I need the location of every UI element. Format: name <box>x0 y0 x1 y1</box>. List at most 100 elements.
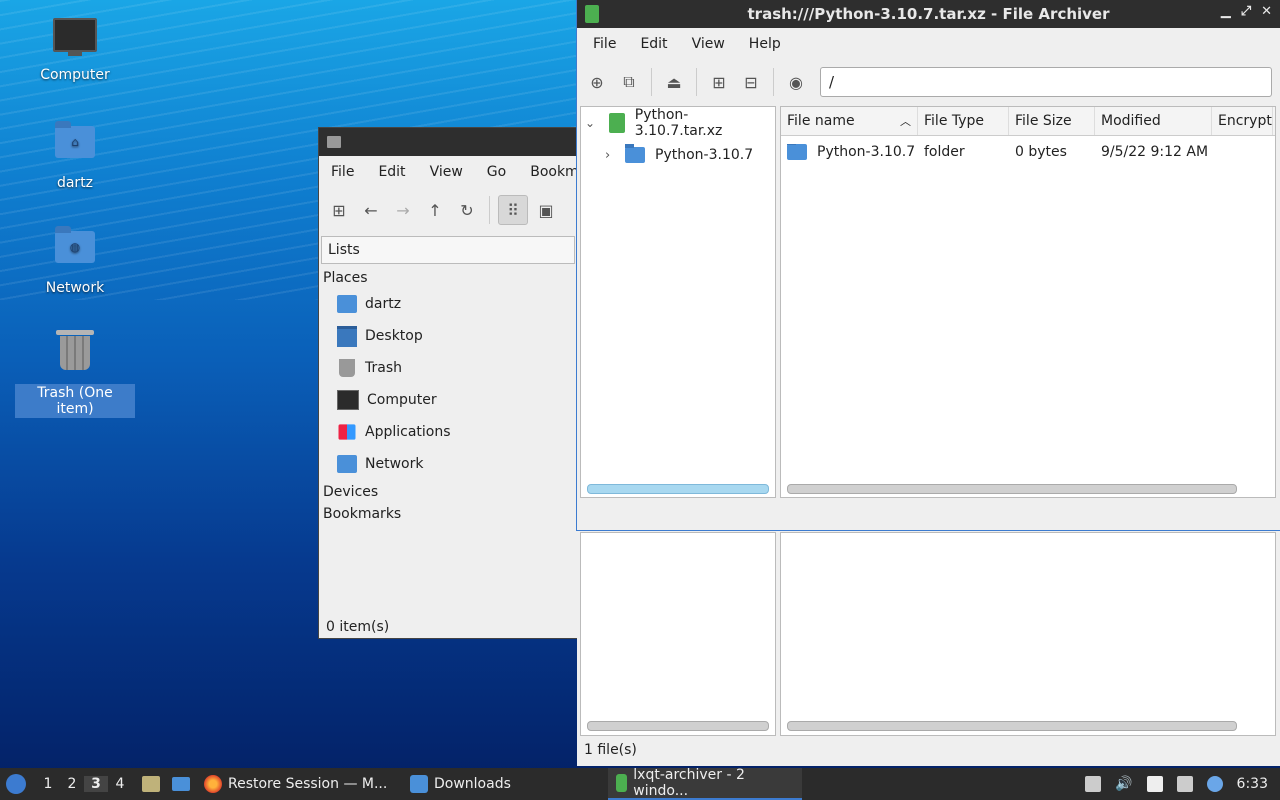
menu-go[interactable]: Go <box>475 164 518 180</box>
close-icon[interactable]: ✕ <box>1261 4 1272 19</box>
column-encrypted[interactable]: Encrypte <box>1212 107 1273 135</box>
archiver-titlebar[interactable]: trash:///Python-3.10.7.tar.xz - File Arc… <box>577 0 1280 28</box>
window-title: trash:///Python-3.10.7.tar.xz - File Arc… <box>747 5 1110 23</box>
places-heading[interactable]: Places <box>319 264 577 288</box>
network-folder-icon: ◍ <box>53 226 97 275</box>
archiver-window: trash:///Python-3.10.7.tar.xz - File Arc… <box>577 0 1280 530</box>
folder-icon <box>625 144 645 163</box>
column-modified[interactable]: Modified <box>1095 107 1212 135</box>
place-network[interactable]: Network <box>319 448 577 480</box>
computer-icon <box>53 18 97 62</box>
tree-root-item[interactable]: ⌄ Python-3.10.7.tar.xz <box>581 107 775 139</box>
main-menu-button[interactable] <box>0 768 32 800</box>
archiver-toolbar: ⊕ ⧉ ⏏ ⊞ ⊟ ◉ / <box>577 60 1280 104</box>
desktop-icon-label: dartz <box>56 175 94 191</box>
menu-file[interactable]: File <box>319 164 366 180</box>
folder-icon <box>327 136 341 148</box>
applications-icon <box>338 424 356 440</box>
notification-icon[interactable] <box>1206 776 1223 792</box>
archive-icon <box>585 5 599 23</box>
firefox-icon <box>204 775 222 793</box>
toolbar-separator <box>489 196 490 224</box>
file-list-pane[interactable] <box>780 532 1276 736</box>
task-firefox[interactable]: Restore Session — M... <box>196 768 402 800</box>
clock[interactable]: 6:33 <box>1237 776 1268 792</box>
menu-view[interactable]: View <box>680 36 737 52</box>
column-file-name[interactable]: File name ︿ <box>781 107 918 135</box>
toolbar-separator <box>651 68 652 96</box>
new-tab-icon[interactable]: ⊞ <box>325 196 353 224</box>
quicklaunch-file-manager[interactable] <box>136 768 166 800</box>
system-tray: 🔊 6:33 <box>1085 776 1280 792</box>
place-label: Network <box>365 456 424 472</box>
back-arrow-icon[interactable]: ← <box>357 196 385 224</box>
list-scrollbar[interactable] <box>787 721 1237 731</box>
menu-view[interactable]: View <box>418 164 475 180</box>
place-trash[interactable]: Trash <box>319 352 577 384</box>
desktop-icon-network[interactable]: ◍ Network <box>15 225 135 297</box>
task-downloads[interactable]: Downloads <box>402 768 608 800</box>
file-manager-titlebar[interactable] <box>319 128 577 156</box>
menu-file[interactable]: File <box>581 36 628 52</box>
icon-view-icon[interactable]: ⠿ <box>498 195 528 225</box>
extract-icon[interactable]: ⏏ <box>660 68 688 96</box>
tree-scrollbar[interactable] <box>587 484 769 494</box>
quicklaunch-show-desktop[interactable] <box>166 768 196 800</box>
forward-arrow-icon[interactable]: → <box>389 196 417 224</box>
tree-scrollbar[interactable] <box>587 721 769 731</box>
eject-icon[interactable] <box>1085 776 1102 792</box>
devices-heading[interactable]: Devices <box>319 480 577 502</box>
desktop-3-button[interactable]: 3 <box>84 776 108 792</box>
tree-child-item[interactable]: › Python-3.10.7 <box>581 139 775 171</box>
place-applications[interactable]: Applications <box>319 416 577 448</box>
file-manager-toolbar: ⊞ ← → ↑ ↻ ⠿ ▣ <box>319 188 577 232</box>
menu-edit[interactable]: Edit <box>628 36 679 52</box>
table-row[interactable]: Python-3.10.7 folder 0 bytes 9/5/22 9:12… <box>781 136 1275 168</box>
task-label: Downloads <box>434 776 511 792</box>
desktop-1-button[interactable]: 1 <box>36 776 60 792</box>
add-file-icon[interactable]: ⊞ <box>705 68 733 96</box>
file-list-pane[interactable]: File name ︿ File Type File Size Modified… <box>780 106 1276 498</box>
clipboard-icon[interactable] <box>1146 776 1163 792</box>
up-arrow-icon[interactable]: ↑ <box>421 196 449 224</box>
chevron-right-icon[interactable]: › <box>605 148 621 163</box>
new-archive-icon[interactable]: ⊕ <box>583 68 611 96</box>
menu-edit[interactable]: Edit <box>366 164 417 180</box>
trash-icon <box>53 330 97 380</box>
volume-icon[interactable]: 🔊 <box>1115 776 1132 792</box>
place-computer[interactable]: Computer <box>319 384 577 416</box>
folder-icon <box>410 775 428 793</box>
menu-help[interactable]: Help <box>737 36 793 52</box>
desktop-icon-trash[interactable]: Trash (One item) <box>15 328 135 418</box>
side-pane-selector[interactable]: Lists <box>321 236 575 264</box>
desktop-icon-home[interactable]: ⌂ dartz <box>15 120 135 192</box>
location-input[interactable]: / <box>820 67 1272 97</box>
column-label: File Size <box>1015 113 1072 129</box>
location-value: / <box>829 73 835 91</box>
folder-icon <box>787 144 807 160</box>
add-folder-icon[interactable]: ⊟ <box>737 68 765 96</box>
place-desktop[interactable]: Desktop <box>319 320 577 352</box>
open-archive-icon[interactable]: ⧉ <box>615 68 643 96</box>
folder-tree-pane[interactable]: ⌄ Python-3.10.7.tar.xz › Python-3.10.7 <box>580 106 776 498</box>
desktop-4-button[interactable]: 4 <box>108 776 132 792</box>
reload-icon[interactable]: ↻ <box>453 196 481 224</box>
cell-text: Python-3.10.7 <box>817 144 916 160</box>
network-tray-icon[interactable] <box>1176 776 1193 792</box>
minimize-icon[interactable]: ▁ <box>1221 4 1231 19</box>
chevron-down-icon[interactable]: ⌄ <box>585 116 601 130</box>
bookmarks-heading[interactable]: Bookmarks <box>319 502 577 524</box>
task-archiver[interactable]: lxqt-archiver - 2 windo... <box>608 767 802 800</box>
stop-icon[interactable]: ◉ <box>782 68 810 96</box>
column-file-size[interactable]: File Size <box>1009 107 1095 135</box>
thumbnail-view-icon[interactable]: ▣ <box>532 196 560 224</box>
folder-tree-pane[interactable] <box>580 532 776 736</box>
maximize-icon[interactable]: ⤢ <box>1241 4 1251 19</box>
place-home[interactable]: dartz <box>319 288 577 320</box>
cell-file-name: Python-3.10.7 <box>781 144 918 160</box>
column-file-type[interactable]: File Type <box>918 107 1009 135</box>
desktop-icon-computer[interactable]: Computer <box>15 14 135 84</box>
desktop-2-button[interactable]: 2 <box>60 776 84 792</box>
network-folder-icon <box>337 455 357 473</box>
list-scrollbar[interactable] <box>787 484 1237 494</box>
